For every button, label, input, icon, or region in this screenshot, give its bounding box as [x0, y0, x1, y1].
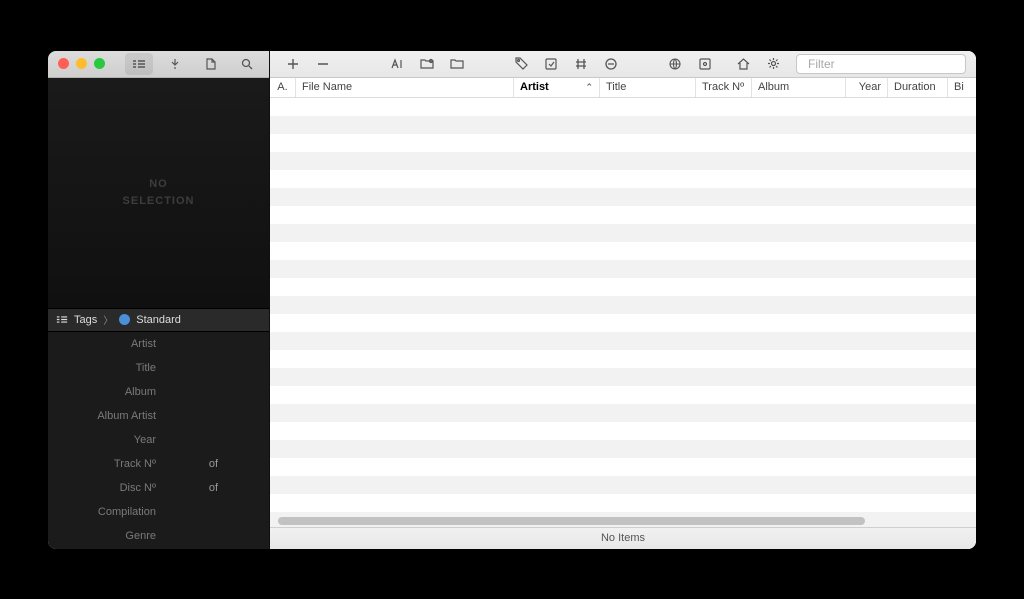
- tags-breadcrumb[interactable]: Tags 〉 Standard: [48, 308, 269, 332]
- app-window: NO SELECTION Tags 〉 Standard Artist Titl…: [48, 51, 976, 549]
- tag-label: Album Artist: [56, 410, 166, 422]
- tag-row-artist[interactable]: Artist: [48, 332, 269, 356]
- toolbar: [270, 51, 976, 78]
- column-header-bitrate[interactable]: Bi: [948, 78, 976, 97]
- sidebar-titlebar: [48, 51, 269, 78]
- status-bar: No Items: [270, 527, 976, 549]
- tag-label: Disc Nº: [56, 482, 166, 494]
- tag-row-track[interactable]: Track Nº of: [48, 452, 269, 476]
- album-art-line2: SELECTION: [123, 193, 195, 210]
- rename-text-icon[interactable]: [384, 54, 410, 74]
- tag-label: Track Nº: [56, 458, 166, 470]
- lyrics-icon[interactable]: [692, 54, 718, 74]
- zoom-window-button[interactable]: [94, 58, 105, 69]
- list-icon: [56, 315, 68, 324]
- sort-ascending-icon: ⌃: [585, 82, 593, 93]
- column-header-alert[interactable]: A.: [270, 78, 296, 97]
- column-header-artist[interactable]: Artist ⌃: [514, 78, 600, 97]
- close-window-button[interactable]: [58, 58, 69, 69]
- tag-row-year[interactable]: Year: [48, 428, 269, 452]
- file-list-background: [270, 98, 976, 527]
- edit-icon[interactable]: [538, 54, 564, 74]
- gear-icon[interactable]: [760, 54, 786, 74]
- minimize-window-button[interactable]: [76, 58, 87, 69]
- tag-row-disc[interactable]: Disc Nº of: [48, 476, 269, 500]
- tag-label: Compilation: [56, 506, 166, 518]
- tag-of: of: [209, 482, 218, 494]
- number-icon[interactable]: [568, 54, 594, 74]
- album-art-placeholder: NO SELECTION: [48, 78, 269, 308]
- preset-dot-icon: [119, 314, 130, 325]
- tag-icon[interactable]: [508, 54, 534, 74]
- tag-row-title[interactable]: Title: [48, 356, 269, 380]
- tags-label: Tags: [74, 314, 97, 326]
- remove-circle-icon[interactable]: [598, 54, 624, 74]
- home-icon[interactable]: [730, 54, 756, 74]
- column-header-track[interactable]: Track Nº: [696, 78, 752, 97]
- sidebar-tab-pin-icon[interactable]: [161, 53, 189, 75]
- tag-field-list: Artist Title Album Album Artist Year Tra…: [48, 332, 269, 549]
- folder-icon[interactable]: [444, 54, 470, 74]
- tag-label: Title: [56, 362, 166, 374]
- column-header-year[interactable]: Year: [846, 78, 888, 97]
- horizontal-scrollbar[interactable]: [278, 517, 968, 525]
- globe-icon[interactable]: [662, 54, 688, 74]
- tag-row-album[interactable]: Album: [48, 380, 269, 404]
- main-pane: A. File Name Artist ⌃ Title Track Nº Alb…: [270, 51, 976, 549]
- column-header-album[interactable]: Album: [752, 78, 846, 97]
- status-text: No Items: [601, 532, 645, 544]
- sidebar-tab-list-icon[interactable]: [125, 53, 153, 75]
- remove-button[interactable]: [310, 54, 336, 74]
- tag-row-compilation[interactable]: Compilation: [48, 500, 269, 524]
- tag-row-album-artist[interactable]: Album Artist: [48, 404, 269, 428]
- sidebar: NO SELECTION Tags 〉 Standard Artist Titl…: [48, 51, 270, 549]
- tag-label: Year: [56, 434, 166, 446]
- search-input[interactable]: [808, 57, 963, 71]
- tag-row-genre[interactable]: Genre: [48, 524, 269, 548]
- sidebar-tab-search-icon[interactable]: [233, 53, 261, 75]
- column-header-title[interactable]: Title: [600, 78, 696, 97]
- sidebar-tab-page-icon[interactable]: [197, 53, 225, 75]
- chevron-right-icon: 〉: [103, 312, 113, 327]
- tag-of: of: [209, 458, 218, 470]
- column-header-duration[interactable]: Duration: [888, 78, 948, 97]
- tag-label: Artist: [56, 338, 166, 350]
- column-header-filename[interactable]: File Name: [296, 78, 514, 97]
- horizontal-scrollbar-thumb[interactable]: [278, 517, 865, 525]
- album-art-line1: NO: [123, 176, 195, 193]
- file-list[interactable]: [270, 98, 976, 527]
- folder-gear-icon[interactable]: [414, 54, 440, 74]
- window-controls: [58, 58, 105, 69]
- search-field[interactable]: [796, 54, 966, 74]
- add-button[interactable]: [280, 54, 306, 74]
- tag-label: Genre: [56, 530, 166, 542]
- preset-label: Standard: [136, 314, 181, 326]
- tag-label: Album: [56, 386, 166, 398]
- column-header-artist-label: Artist: [520, 81, 549, 93]
- column-header-row: A. File Name Artist ⌃ Title Track Nº Alb…: [270, 78, 976, 98]
